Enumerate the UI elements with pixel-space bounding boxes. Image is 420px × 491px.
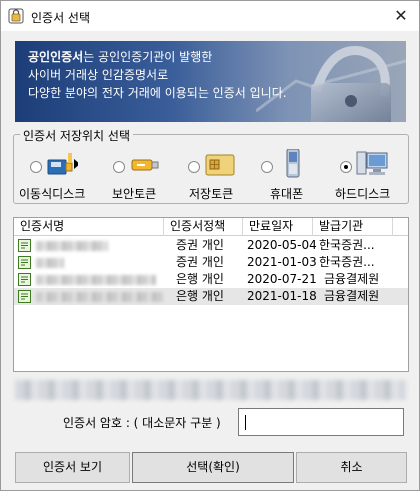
radio-storage-token[interactable] — [188, 161, 200, 173]
computer-icon — [356, 151, 388, 175]
cell-issuer: 금융결제원 — [324, 272, 380, 286]
certificate-select-window: 인증서 선택 ✕ 공인인증서는 공인인증기관이 발행한 사이버 거래상 인감증명… — [0, 0, 420, 491]
storage-label-security-token: 보안토큰 — [112, 187, 157, 201]
banner-line-2: 사이버 거래상 인감증명서로 — [28, 68, 169, 82]
password-label: 인증서 암호 : ( 대소문자 구분 ) — [63, 416, 221, 430]
banner-line-1: 는 공인인증기관이 발행한 — [83, 50, 213, 64]
storage-label-removable-disk: 이동식디스크 — [19, 187, 86, 201]
table-row-selected[interactable]: 은행 개인 2021-01-18 금융결제원 — [14, 288, 408, 305]
storage-location-legend: 인증서 저장위치 선택 — [20, 127, 133, 144]
redacted-cert-name — [36, 258, 64, 268]
storage-label-mobile-phone: 휴대폰 — [270, 187, 304, 201]
storage-option-security-token[interactable]: 보안토큰 — [104, 149, 174, 201]
storage-location-group: 인증서 저장위치 선택 이동식디스크 보안토큰 저장토큰 휴대폰 하드디스크 — [13, 127, 409, 204]
radio-security-token[interactable] — [113, 161, 125, 173]
security-token-icon — [131, 159, 159, 171]
ok-button[interactable]: 선택(확인) — [132, 452, 294, 483]
certificate-icon — [18, 256, 31, 269]
redacted-cert-name — [36, 241, 108, 251]
close-icon[interactable]: ✕ — [391, 6, 411, 26]
smart-card-icon — [205, 154, 235, 176]
cell-policy: 증권 개인 — [176, 255, 224, 269]
certificate-list[interactable]: 인증서명 인증서정책 만료일자 발급기관 증권 개인 2020-05-04 한국… — [13, 217, 409, 372]
cell-issuer: 한국증권... — [319, 238, 375, 252]
certificate-icon — [18, 290, 31, 303]
cell-policy: 은행 개인 — [176, 289, 224, 303]
table-row[interactable]: 증권 개인 2021-01-03 한국증권... — [14, 254, 408, 271]
column-header-cert-name[interactable]: 인증서명 — [14, 218, 164, 236]
title-bar: 인증서 선택 ✕ — [1, 1, 419, 31]
view-certificate-button[interactable]: 인증서 보기 — [15, 452, 130, 483]
password-input[interactable] — [238, 408, 404, 436]
column-header-policy[interactable]: 인증서정책 — [164, 218, 243, 236]
table-row[interactable]: 은행 개인 2020-07-21 금융결제원 — [14, 271, 408, 288]
info-banner: 공인인증서는 공인인증기관이 발행한 사이버 거래상 인감증명서로 다양한 분야… — [15, 41, 406, 122]
certificate-icon — [18, 273, 31, 286]
redacted-cert-name — [36, 292, 164, 302]
radio-hard-disk[interactable] — [340, 161, 352, 173]
banner-bold-term: 공인인증서 — [28, 50, 84, 64]
window-title: 인증서 선택 — [31, 11, 91, 25]
cell-expiry: 2020-07-21 — [247, 272, 317, 286]
radio-removable-disk[interactable] — [30, 161, 42, 173]
cell-expiry: 2021-01-18 — [247, 289, 317, 303]
storage-option-mobile-phone[interactable]: 휴대폰 — [259, 149, 319, 201]
column-header-expiry[interactable]: 만료일자 — [243, 218, 313, 236]
mobile-phone-icon — [286, 149, 300, 178]
storage-option-removable-disk[interactable]: 이동식디스크 — [14, 149, 94, 201]
banner-description: 공인인증서는 공인인증기관이 발행한 사이버 거래상 인감증명서로 다양한 분야… — [28, 48, 287, 102]
certificate-app-icon — [8, 8, 24, 24]
cell-issuer: 금융결제원 — [324, 289, 380, 303]
storage-label-hard-disk: 하드디스크 — [335, 187, 391, 201]
banner-line-3: 다양한 분야의 전자 거래에 이용되는 인증서 입니다. — [28, 86, 287, 100]
certificate-icon — [18, 239, 31, 252]
storage-label-storage-token: 저장토큰 — [189, 187, 234, 201]
table-row[interactable]: 증권 개인 2020-05-04 한국증권... — [14, 237, 408, 254]
text-caret — [245, 415, 246, 430]
cell-issuer: 한국증권... — [319, 255, 375, 269]
redacted-cert-details — [15, 380, 406, 400]
redacted-cert-name — [36, 275, 156, 285]
cancel-button[interactable]: 취소 — [296, 452, 407, 483]
cell-policy: 은행 개인 — [176, 272, 224, 286]
column-header-issuer[interactable]: 발급기관 — [313, 218, 393, 236]
certificate-list-header: 인증서명 인증서정책 만료일자 발급기관 — [14, 218, 408, 236]
radio-mobile-phone[interactable] — [261, 161, 273, 173]
cell-expiry: 2021-01-03 — [247, 255, 317, 269]
storage-option-storage-token[interactable]: 저장토큰 — [182, 149, 257, 201]
storage-option-hard-disk[interactable]: 하드디스크 — [326, 149, 408, 201]
usb-drive-icon — [47, 153, 78, 175]
cell-expiry: 2020-05-04 — [247, 238, 317, 252]
cell-policy: 증권 개인 — [176, 238, 224, 252]
